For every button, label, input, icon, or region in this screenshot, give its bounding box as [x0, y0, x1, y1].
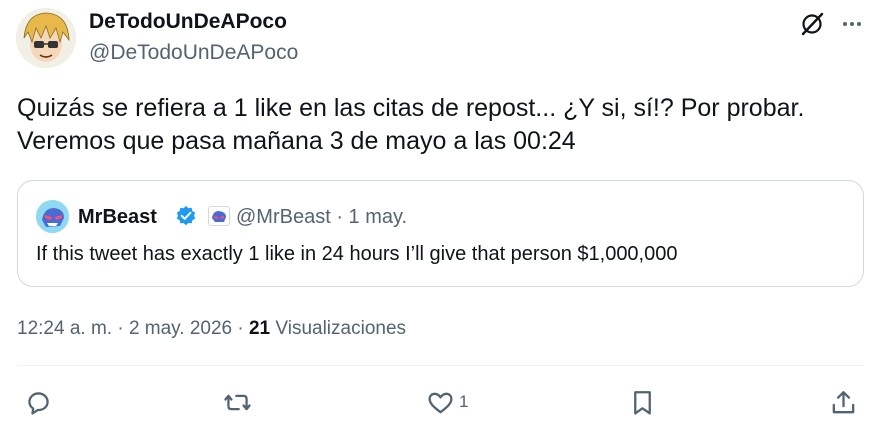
quoted-avatar[interactable] [36, 200, 69, 233]
views-label: Visualizaciones [270, 318, 407, 339]
share-icon [832, 390, 855, 413]
reply-button[interactable] [24, 386, 53, 418]
like-button[interactable]: 1 [426, 386, 468, 418]
tweet-text-line: Veremos que pasa mañana 3 de mayo a las … [17, 127, 576, 155]
verified-badge-icon [175, 205, 197, 227]
quoted-text: If this tweet has exactly 1 like in 24 h… [36, 243, 678, 265]
author-display-name[interactable]: DeTodoUnDeAPoco [89, 10, 287, 34]
bookmark-icon [634, 390, 651, 415]
affiliate-badge-icon[interactable] [208, 206, 230, 226]
repost-icon [224, 394, 251, 410]
tweet-text-line: Quizás se refiera a 1 like en las citas … [17, 94, 805, 122]
author-handle[interactable]: @DeTodoUnDeAPoco [89, 41, 298, 65]
bookmark-button[interactable] [628, 386, 657, 418]
quoted-handle-date[interactable]: @MrBeast · 1 may. [236, 206, 407, 229]
reply-icon [28, 391, 49, 415]
views-count: 21 [248, 318, 271, 339]
divider [17, 365, 864, 366]
timestamp[interactable]: 12:24 a. m. · 2 may. 2026 · [17, 318, 249, 339]
like-count: 1 [459, 392, 469, 411]
more-icon[interactable] [838, 10, 866, 38]
author-avatar[interactable] [16, 8, 76, 68]
tweet-text: Quizás se refiera a 1 like en las citas … [17, 92, 857, 158]
repost-button[interactable] [223, 386, 252, 418]
quoted-display-name[interactable]: MrBeast [78, 206, 157, 229]
quoted-tweet-card[interactable]: MrBeast @MrBeast · 1 may. If this tweet … [17, 180, 864, 287]
tweet-meta: 12:24 a. m. · 2 may. 2026 · 21 Visualiza… [17, 318, 406, 340]
like-icon [428, 392, 453, 413]
share-button[interactable] [829, 386, 858, 418]
grok-icon[interactable] [798, 10, 826, 38]
